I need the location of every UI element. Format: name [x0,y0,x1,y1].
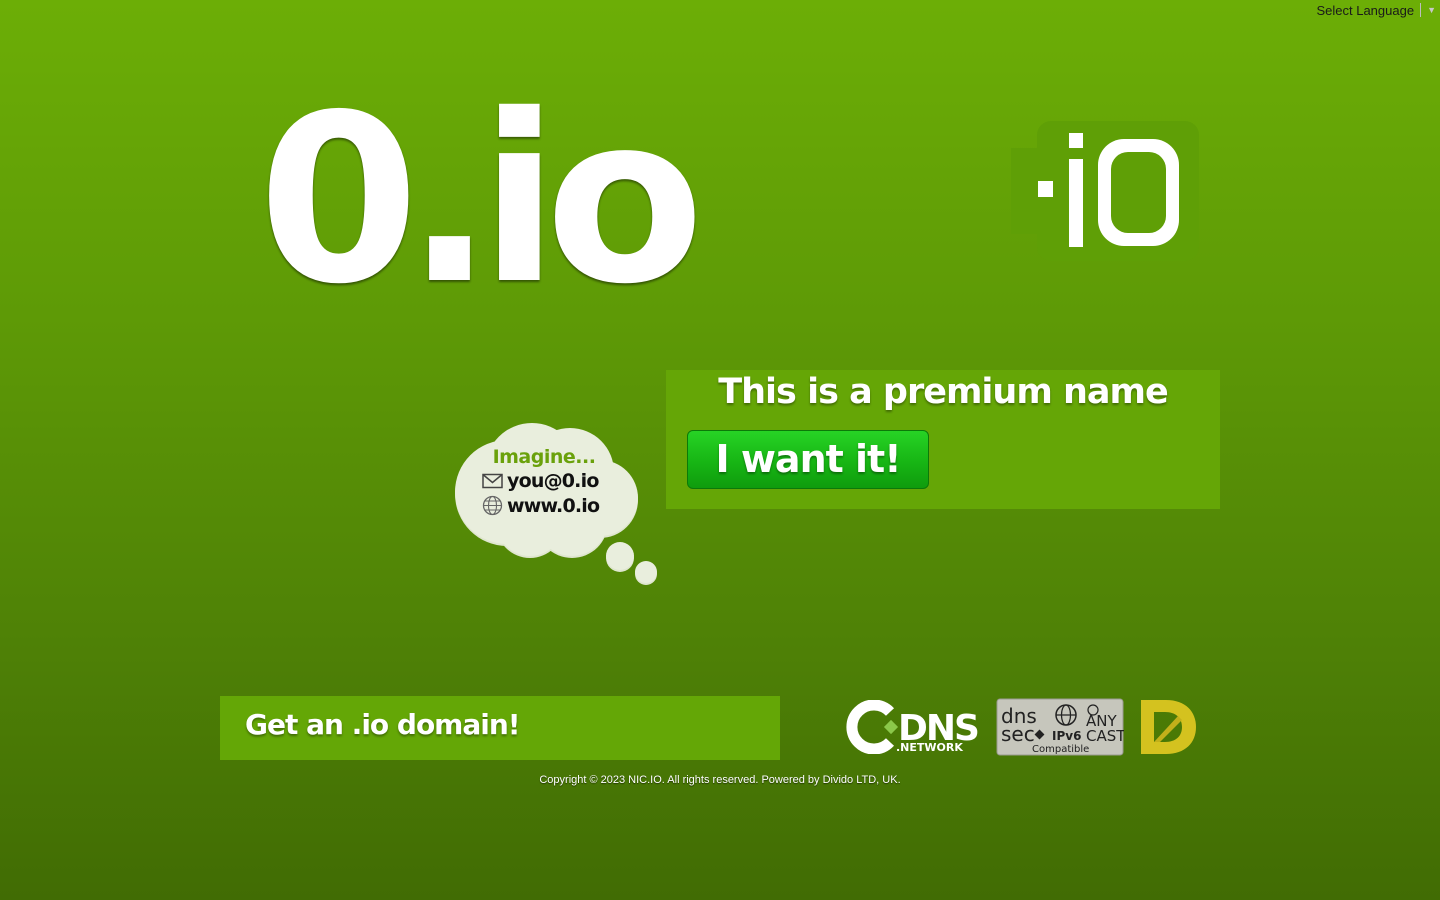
i-want-it-button[interactable]: I want it! [687,430,929,489]
language-selector-label: Select Language [1316,2,1415,18]
dnssec-sec-text: sec [1001,722,1035,746]
imagine-heading: Imagine... [492,446,596,468]
io-logo [1011,121,1199,261]
mail-icon [482,473,503,488]
thought-bubble-text: Imagine... you@0.io www.0.io [482,446,606,518]
example-email: you@0.io [507,469,599,492]
get-io-domain-label: Get an .io domain! [245,708,521,741]
globe-icon [482,495,503,516]
language-selector-divider [1420,3,1422,17]
example-website: www.0.io [507,494,600,517]
get-io-domain-link[interactable]: Get an .io domain! [220,696,780,760]
compatible-text: Compatible [1032,744,1089,755]
anycast-cast-text: CAST [1086,727,1124,745]
premium-title: This is a premium name [718,372,1168,412]
ipv6-text: IPv6 [1052,729,1081,743]
example-website-line: www.0.io [482,493,606,518]
divido-logo[interactable] [1138,698,1198,756]
language-selector[interactable]: Select Language ▼ [1316,1,1436,19]
domain-title: 0.io [258,65,704,335]
cdns-sub-text: .NETWORK [896,741,963,754]
dnssec-ipv6-anycast-badge[interactable]: dns sec IPv6 ANY CAST Compatible [996,698,1124,756]
premium-panel: This is a premium name I want it! [666,370,1220,509]
cdns-network-logo[interactable]: DNS .NETWORK [846,700,982,754]
copyright-footer: Copyright © 2023 NIC.IO. All rights rese… [539,774,901,786]
example-email-line: you@0.io [482,468,606,493]
chevron-down-icon: ▼ [1427,5,1436,15]
